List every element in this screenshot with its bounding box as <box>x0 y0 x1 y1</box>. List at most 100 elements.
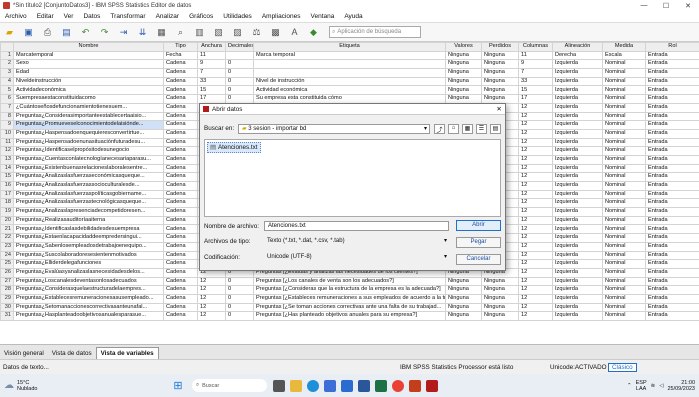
menu-utilidades[interactable]: Utilidades <box>218 13 257 20</box>
var-role[interactable]: Entrada <box>645 137 699 148</box>
var-measure[interactable]: Nominal <box>602 76 646 87</box>
var-role[interactable]: Entrada <box>645 128 699 139</box>
table-row[interactable]: 3 Edad Cadena 7 0 Ninguna Ninguna 7 Izquierda Nom… <box>0 68 699 78</box>
menu-datos[interactable]: Datos <box>78 13 105 20</box>
var-values[interactable]: Ninguna <box>445 302 482 313</box>
col-anchura[interactable]: Anchura <box>197 42 226 52</box>
word-icon[interactable] <box>358 379 370 392</box>
var-columns[interactable]: 12 <box>518 293 553 304</box>
row-number[interactable]: 18 <box>0 198 14 209</box>
var-measure[interactable]: Nominal <box>602 233 646 243</box>
var-measure[interactable]: Nominal <box>602 302 646 313</box>
task-view-icon[interactable] <box>273 379 285 392</box>
var-label[interactable]: Preguntas [¿Consideras que la estructura… <box>253 285 446 295</box>
var-align[interactable]: Izquierda <box>552 111 603 122</box>
var-name[interactable]: Preguntas¿Hasplanteadoobjetivosanualespa… <box>13 311 164 321</box>
var-values[interactable]: Ninguna <box>445 76 482 87</box>
var-type[interactable]: Cadena <box>163 181 198 191</box>
var-type[interactable]: Cadena <box>163 85 198 96</box>
col-valores[interactable]: Valores <box>445 42 482 52</box>
var-name[interactable]: Preguntas¿Analizaslasfuerzaseconómicasqu… <box>13 172 164 182</box>
start-button[interactable]: ⊞ <box>170 379 186 393</box>
var-align[interactable]: Izquierda <box>552 128 603 139</box>
row-number[interactable]: 23 <box>0 241 14 252</box>
excel-icon[interactable] <box>375 379 387 392</box>
var-decimals[interactable]: 0 <box>225 59 254 70</box>
goto-variable-icon[interactable]: ⇊ <box>135 25 150 39</box>
var-label[interactable]: Preguntas [¿Los canales de venta son los… <box>253 276 446 287</box>
menu-ventana[interactable]: Ventana <box>305 13 339 20</box>
var-missing[interactable]: Ninguna <box>481 59 519 70</box>
row-number[interactable]: 1 <box>0 50 14 61</box>
row-number[interactable]: 11 <box>0 137 14 148</box>
var-name[interactable]: Preguntas¿Establecesremuneracionesasusem… <box>13 293 164 304</box>
var-name[interactable]: Preguntas¿Cuentasconlatecnologíanecesari… <box>13 154 164 165</box>
var-missing[interactable]: Ninguna <box>481 311 519 321</box>
var-label[interactable]: Preguntas [¿Se toman acciones correctiva… <box>253 302 446 313</box>
var-align[interactable]: Izquierda <box>552 224 603 235</box>
var-columns[interactable]: 12 <box>518 259 553 269</box>
var-values[interactable]: Ninguna <box>445 276 482 287</box>
var-align[interactable]: Izquierda <box>552 241 603 252</box>
col-columnas[interactable]: Columnas <box>518 42 553 52</box>
var-align[interactable]: Izquierda <box>552 276 603 287</box>
var-decimals[interactable]: 0 <box>225 302 254 313</box>
var-decimals[interactable]: 0 <box>225 85 254 96</box>
var-name[interactable]: Sexo <box>13 59 164 70</box>
var-columns[interactable]: 12 <box>518 137 553 148</box>
goto-case-icon[interactable]: ⇥ <box>116 25 131 39</box>
split-file-icon[interactable]: ▨ <box>230 25 245 39</box>
var-type[interactable]: Cadena <box>163 259 198 269</box>
var-align[interactable]: Izquierda <box>552 137 603 148</box>
var-missing[interactable]: Ninguna <box>481 276 519 287</box>
var-decimals[interactable]: 0 <box>225 285 254 295</box>
var-name[interactable]: Preguntas¿Haspensadoenunasituaciónfutura… <box>13 137 164 148</box>
var-name[interactable]: Edad <box>13 68 164 78</box>
var-align[interactable]: Izquierda <box>552 172 603 182</box>
file-explorer-icon[interactable] <box>290 379 302 392</box>
var-type[interactable]: Cadena <box>163 146 198 156</box>
var-role[interactable]: Entrada <box>645 285 699 295</box>
var-type[interactable]: Cadena <box>163 241 198 252</box>
var-width[interactable]: 12 <box>197 293 226 304</box>
var-columns[interactable]: 12 <box>518 267 553 278</box>
var-role[interactable]: Entrada <box>645 59 699 70</box>
var-type[interactable]: Cadena <box>163 154 198 165</box>
dialog-recall-icon[interactable]: ▤ <box>59 25 74 39</box>
var-align[interactable]: Izquierda <box>552 146 603 156</box>
filename-input[interactable]: Atenciones.txt <box>264 221 449 231</box>
value-labels-icon[interactable]: A <box>287 25 302 39</box>
var-columns[interactable]: 12 <box>518 172 553 182</box>
row-number[interactable]: 17 <box>0 189 14 200</box>
var-name[interactable]: Preguntas¿Analizaslasfuerzastecnológicas… <box>13 198 164 209</box>
var-columns[interactable]: 12 <box>518 154 553 165</box>
var-name[interactable]: Actividadeconómica <box>13 85 164 96</box>
tab-vista-datos[interactable]: Vista de datos <box>48 348 96 359</box>
table-row[interactable]: 4 Niveldeinstrucción Cadena 33 0 Nivel de ins… <box>0 76 699 87</box>
menu-graficos[interactable]: Gráficos <box>184 13 218 20</box>
var-align[interactable]: Izquierda <box>552 163 603 174</box>
var-missing[interactable]: Ninguna <box>481 285 519 295</box>
variables-icon[interactable]: ▦ <box>154 25 169 39</box>
row-number[interactable]: 8 <box>0 111 14 122</box>
var-type[interactable]: Fecha <box>163 50 198 61</box>
var-role[interactable]: Entrada <box>645 163 699 174</box>
var-role[interactable]: Entrada <box>645 233 699 243</box>
var-type[interactable]: Cadena <box>163 102 198 113</box>
var-align[interactable]: Izquierda <box>552 207 603 217</box>
menu-ayuda[interactable]: Ayuda <box>339 13 367 20</box>
store-icon[interactable] <box>324 379 336 392</box>
table-row[interactable]: 1 Marcatemporal Fecha 11 Marca temporal Ningu… <box>0 50 699 61</box>
var-name[interactable]: Preguntas¿Identificaslasdebilidadesdesue… <box>13 224 164 235</box>
details-view-icon[interactable]: ▤ <box>490 124 501 134</box>
var-name[interactable]: Preguntas¿Haspensadoenquequieresconverti… <box>13 128 164 139</box>
var-type[interactable]: Cadena <box>163 137 198 148</box>
var-type[interactable]: Cadena <box>163 172 198 182</box>
var-align[interactable]: Izquierda <box>552 59 603 70</box>
var-measure[interactable]: Nominal <box>602 259 646 269</box>
row-number[interactable]: 5 <box>0 85 14 96</box>
var-role[interactable]: Entrada <box>645 50 699 61</box>
var-decimals[interactable]: 0 <box>225 293 254 304</box>
var-name[interactable]: Preguntas¿Analizaslasfuerzaspolíticasgob… <box>13 189 164 200</box>
tab-vision-general[interactable]: Visión general <box>0 348 48 359</box>
